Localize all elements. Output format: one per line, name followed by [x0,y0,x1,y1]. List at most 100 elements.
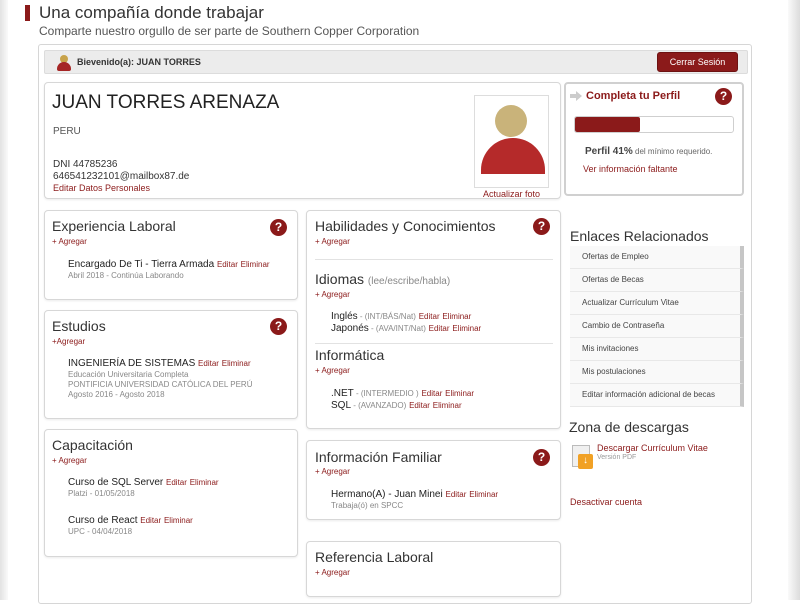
profile-progress-bar [574,116,734,133]
estudios-item-level: Educación Universitaria Completa [68,370,189,379]
informatica-level: - (INTERMEDIO ) [353,389,419,398]
delete-link[interactable]: Eliminar [433,401,462,410]
related-link-ofertas-empleo[interactable]: Ofertas de Empleo [570,246,744,269]
idioma-name: Inglés [331,311,358,322]
deactivate-account-link[interactable]: Desactivar cuenta [570,497,642,507]
header-accent-bar [25,5,30,21]
referencia-add-link[interactable]: + Agregar [315,568,350,577]
related-link-info-becas[interactable]: Editar información adicional de becas [570,384,744,407]
downloads-title: Zona de descargas [569,419,689,435]
profile-photo [474,95,549,188]
estudios-item-dates: Agosto 2016 - Agosto 2018 [68,390,165,399]
capacitacion-add-link[interactable]: + Agregar [52,456,87,465]
idioma-name: Japonés [331,323,369,334]
profile-contact: 646541232101@mailbox87.de [53,171,190,182]
idioma-item: Japonés - (AVA/INT/Nat) Editar Eliminar [331,323,481,334]
habilidades-add-link[interactable]: + Agregar [315,237,350,246]
edit-link[interactable]: Editar [421,389,442,398]
delete-link[interactable]: Eliminar [241,260,270,269]
related-link-actualizar-cv[interactable]: Actualizar Currículum Vitae [570,292,744,315]
profile-percent-label: Perfil 41% [585,146,633,157]
delete-link[interactable]: Eliminar [164,516,193,525]
capacitacion-item: Curso de SQL Server Editar Eliminar [68,477,219,488]
question-circle-icon[interactable]: ? [533,218,550,235]
question-circle-icon[interactable]: ? [533,449,550,466]
progress-fill [575,117,640,132]
edit-link[interactable]: Editar [140,516,161,525]
experiencia-title: Experiencia Laboral [52,218,176,234]
experiencia-item-sub: Abril 2018 - Continúa Laborando [68,271,184,280]
delete-link[interactable]: Eliminar [469,490,498,499]
informatica-item: .NET - (INTERMEDIO ) Editar Eliminar [331,388,474,399]
informatica-item: SQL - (AVANZADO) Editar Eliminar [331,400,462,411]
avatar-body [481,138,545,174]
informatica-name: .NET [331,388,354,399]
divider [315,259,553,260]
informatica-title: Informática [315,347,385,363]
idiomas-title-text: Idiomas [315,271,365,287]
welcome-text: Bievenido(a): JUAN TORRES [77,57,201,67]
profile-percent-text: Perfil 41% del mínimo requerido. [585,146,712,157]
capacitacion-item-sub: Platzi - 01/05/2018 [68,489,135,498]
welcome-bar: Bievenido(a): JUAN TORRES [44,50,748,74]
delete-link[interactable]: Eliminar [445,389,474,398]
question-circle-icon[interactable]: ? [715,88,732,105]
edit-link[interactable]: Editar [446,490,467,499]
avatar-head [495,105,527,137]
profile-percent-suffix: del mínimo requerido. [632,147,713,156]
update-photo-link[interactable]: Actualizar foto [483,189,540,199]
idioma-item: Inglés - (INT/BÁS/Nat) Editar Eliminar [331,311,471,322]
edit-personal-data-link[interactable]: Editar Datos Personales [53,183,150,193]
divider [315,343,553,344]
edit-link[interactable]: Editar [217,260,238,269]
profile-country: PERU [53,126,81,137]
experiencia-item: Encargado De Ti - Tierra Armada Editar E… [68,259,270,270]
complete-profile-title: Completa tu Perfil [586,90,681,102]
related-link-ofertas-becas[interactable]: Ofertas de Becas [570,269,744,292]
estudios-item-label: INGENIERÍA DE SISTEMAS [68,358,196,369]
idiomas-add-link[interactable]: + Agregar [315,290,350,299]
user-avatar-icon [57,55,71,71]
referencia-title: Referencia Laboral [315,549,434,565]
experiencia-add-link[interactable]: + Agregar [52,237,87,246]
page-header: Una compañía donde trabajar Comparte nue… [25,2,419,39]
page-subtitle: Comparte nuestro orgullo de ser parte de… [39,24,420,38]
delete-link[interactable]: Eliminar [222,359,251,368]
idiomas-title: Idiomas (lee/escribe/habla) [315,271,450,287]
missing-info-link[interactable]: Ver información faltante [583,164,678,174]
download-cv-link[interactable]: Descargar Currículum Vitae [597,443,708,453]
related-link-invitaciones[interactable]: Mis invitaciones [570,338,744,361]
habilidades-title: Habilidades y Conocimientos [315,218,496,234]
estudios-add-link[interactable]: +Agregar [52,337,85,346]
delete-link[interactable]: Eliminar [442,312,471,321]
arrow-right-icon [570,91,582,101]
familiar-item-sub: Trabaja(ó) en SPCC [331,501,404,510]
question-circle-icon[interactable]: ? [270,219,287,236]
profile-dni: DNI 44785236 [53,159,118,170]
capacitacion-item-label: Curso de React [68,515,138,526]
familiar-add-link[interactable]: + Agregar [315,467,350,476]
delete-link[interactable]: Eliminar [190,478,219,487]
estudios-item: INGENIERÍA DE SISTEMAS Editar Eliminar [68,358,251,369]
page-title: Una compañía donde trabajar [39,3,264,22]
question-circle-icon[interactable]: ? [270,318,287,335]
estudios-item-institution: PONTIFICIA UNIVERSIDAD CATÓLICA DEL PERÚ [68,380,253,389]
edit-link[interactable]: Editar [198,359,219,368]
familiar-title: Información Familiar [315,449,442,465]
edit-link[interactable]: Editar [409,401,430,410]
delete-link[interactable]: Eliminar [452,324,481,333]
edit-link[interactable]: Editar [419,312,440,321]
capacitacion-title: Capacitación [52,437,133,453]
related-link-cambio-contrasena[interactable]: Cambio de Contraseña [570,315,744,338]
pdf-download-icon[interactable]: ↓ [572,445,594,469]
left-shade [0,0,8,600]
edit-link[interactable]: Editar [166,478,187,487]
logout-button[interactable]: Cerrar Sesión [657,52,738,72]
related-link-postulaciones[interactable]: Mis postulaciones [570,361,744,384]
edit-link[interactable]: Editar [429,324,450,333]
informatica-level: - (AVANZADO) [351,401,407,410]
informatica-add-link[interactable]: + Agregar [315,366,350,375]
familiar-item: Hermano(A) - Juan Minei Editar Eliminar [331,489,498,500]
experiencia-item-label: Encargado De Ti - Tierra Armada [68,259,215,270]
capacitacion-item-label: Curso de SQL Server [68,477,164,488]
